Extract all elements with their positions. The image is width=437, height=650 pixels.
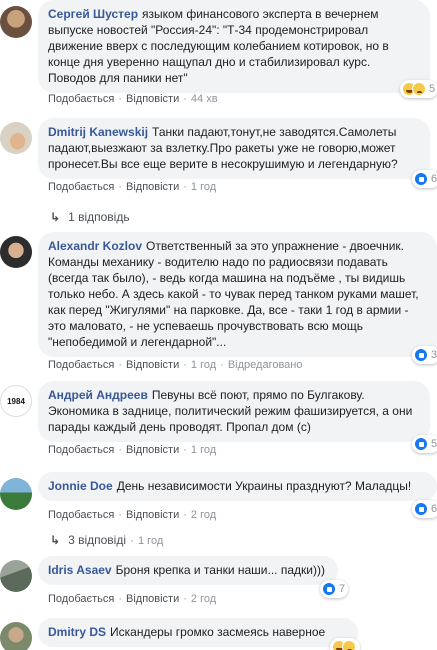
like-button[interactable]: Подобається [48, 593, 114, 605]
comment-actions: Подобається · Відповісти · 1 год · Відредагова… [48, 359, 303, 371]
comment-author[interactable]: Alexandr Kozlov [48, 239, 142, 253]
comment-bubble: Alexandr Kozlov Ответственный за это упра… [38, 232, 437, 357]
replies-count[interactable]: 1 відповідь [68, 210, 130, 224]
comment-time[interactable]: 1 год [191, 444, 216, 456]
reply-button[interactable]: Відповісти [126, 444, 179, 456]
comment-text: Броня крепка и танки наши... падки))) [115, 563, 325, 577]
comment-bubble: Андрей Андреев Певуны всё поют, прямо по … [38, 381, 430, 442]
view-replies-link[interactable]: ↳ 3 відповіді · 1 год [50, 532, 163, 549]
comment-author[interactable]: Idris Asaev [48, 563, 112, 577]
comment-time[interactable]: 44 хв [191, 93, 218, 105]
like-button[interactable]: Подобається [48, 359, 114, 371]
comment-author[interactable]: Dmitry DS [48, 625, 106, 639]
comment-author[interactable]: Jonnie Doe [48, 479, 113, 493]
reaction-count: 3 [431, 349, 437, 361]
comment-text: Искандеры громко засмеясь наверное [110, 625, 326, 639]
reactions-badge[interactable]: 6 [412, 500, 437, 518]
like-reaction-icon [414, 502, 428, 516]
avatar[interactable] [0, 560, 32, 592]
like-button[interactable]: Подобається [48, 444, 114, 456]
reaction-count: 5 [431, 438, 437, 450]
reactions-badge[interactable]: 5 [412, 435, 437, 453]
comment-actions: Подобається · Відповісти · 2 год [48, 593, 217, 605]
avatar[interactable]: 1984 [0, 385, 32, 417]
edited-label[interactable]: Відредаговано [228, 359, 303, 371]
like-button[interactable]: Подобається [48, 509, 114, 521]
comment-time[interactable]: 1 год [191, 181, 216, 193]
replies-count[interactable]: 3 відповіді [68, 533, 126, 547]
reply-button[interactable]: Відповісти [126, 509, 179, 521]
comment-time[interactable]: 1 год [191, 359, 216, 371]
reactions-badge[interactable]: 6 [412, 170, 437, 188]
avatar[interactable] [0, 478, 32, 510]
comment-text: День независимости Украины празднуют? Ма… [116, 479, 412, 493]
comment-author[interactable]: Андрей Андреев [48, 388, 148, 402]
comment-time[interactable]: 2 год [191, 509, 216, 521]
reply-button[interactable]: Відповісти [126, 93, 179, 105]
comment-actions: Подобається · Відповісти · 2 год [48, 509, 217, 521]
reactions-badge[interactable]: 5 [400, 80, 437, 98]
comment-actions: Подобається · Відповісти · 1 год [48, 181, 217, 193]
comment-author[interactable]: Сергей Шустер [48, 7, 138, 21]
reply-button[interactable]: Відповісти [126, 181, 179, 193]
avatar[interactable] [0, 236, 32, 268]
sad-reaction-icon [412, 82, 426, 96]
replies-time[interactable]: 1 год [138, 535, 163, 547]
comment-actions: Подобається · Відповісти · 1 год [48, 444, 217, 456]
like-button[interactable]: Подобається [48, 93, 114, 105]
like-reaction-icon [414, 348, 428, 362]
reaction-count: 7 [339, 583, 346, 595]
reaction-count: 5 [429, 83, 436, 95]
reply-button[interactable]: Відповісти [126, 593, 179, 605]
avatar[interactable] [0, 6, 32, 38]
comment-author[interactable]: Dmitrij Kanewskij [48, 125, 148, 139]
comment-text: Ответственный за это упражнение - двоечн… [48, 239, 419, 349]
reply-arrow-icon: ↳ [50, 210, 61, 224]
reply-button[interactable]: Відповісти [126, 359, 179, 371]
reaction-count: 6 [431, 503, 437, 515]
like-reaction-icon [414, 172, 428, 186]
comment-bubble: Dmitry DS Искандеры громко засмеясь навер… [38, 618, 358, 647]
comment-time[interactable]: 2 год [191, 593, 216, 605]
avatar[interactable] [0, 122, 32, 154]
reactions-badge[interactable] [330, 638, 360, 650]
like-reaction-icon [322, 582, 336, 596]
comment-bubble: Сергей Шустер языком финансового эксперта… [38, 0, 430, 93]
like-button[interactable]: Подобається [48, 181, 114, 193]
sad-reaction-icon [342, 640, 356, 650]
avatar[interactable] [0, 622, 32, 650]
like-reaction-icon [414, 437, 428, 451]
comment-bubble: Idris Asaev Броня крепка и танки наши... … [38, 556, 338, 585]
reactions-badge[interactable]: 7 [320, 580, 349, 598]
reaction-count: 6 [431, 173, 437, 185]
reactions-badge[interactable]: 3 [412, 346, 437, 364]
comment-bubble: Dmitrij Kanewskij Танки падают,тонут,не з… [38, 118, 430, 179]
comment-bubble: Jonnie Doe День независимости Украины пра… [38, 472, 437, 501]
view-replies-link[interactable]: ↳ 1 відповідь [50, 209, 130, 225]
reply-arrow-icon: ↳ [50, 533, 61, 547]
comment-actions: Подобається · Відповісти · 44 хв [48, 93, 218, 105]
